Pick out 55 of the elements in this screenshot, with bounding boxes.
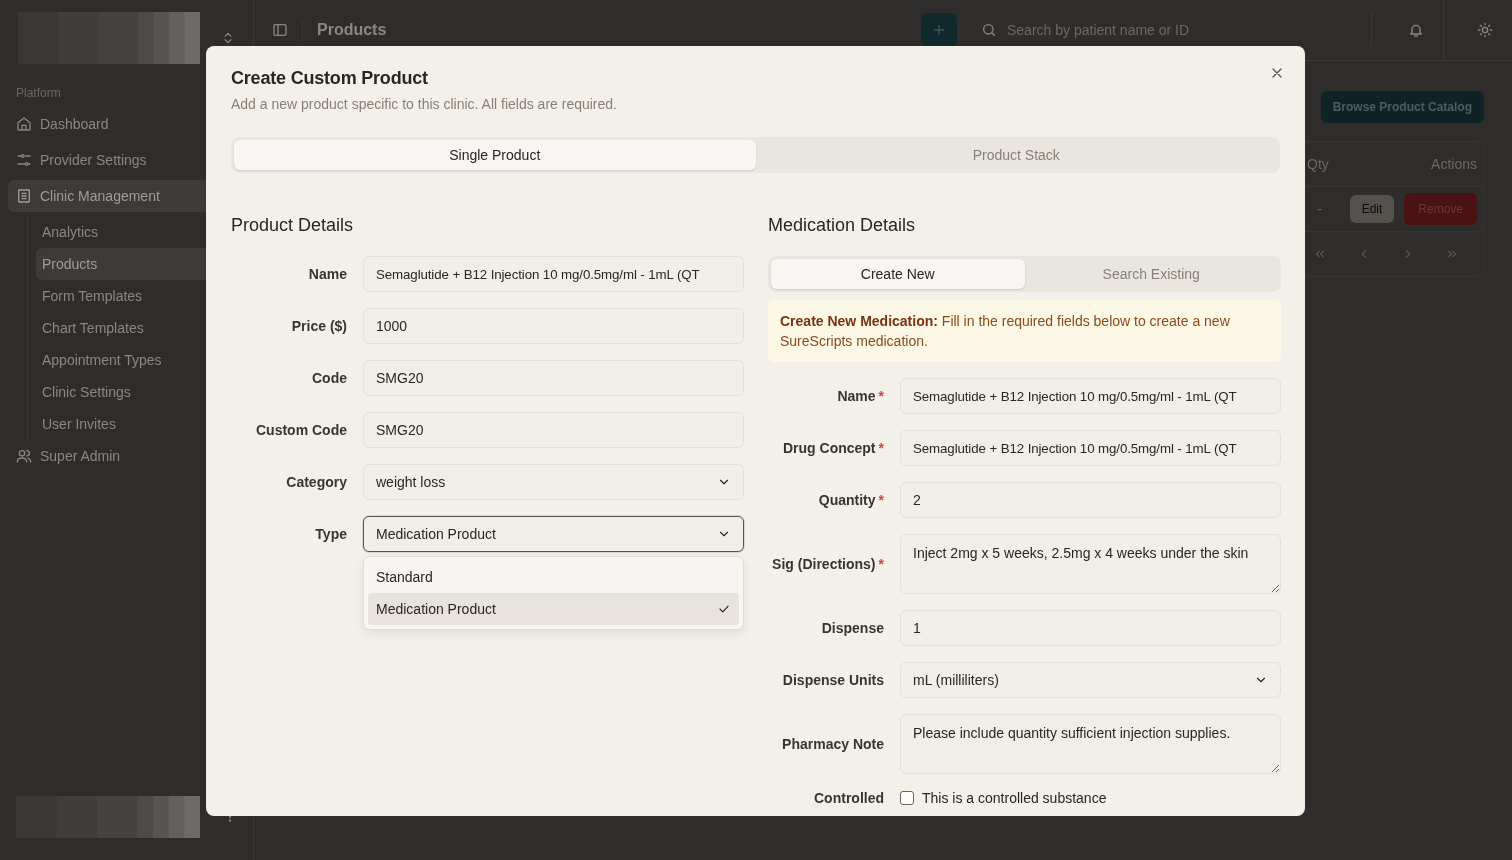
dialog-title: Create Custom Product [231,68,428,89]
field-label: Dispense [820,620,884,636]
field-label: Custom Code [255,422,347,438]
section-heading: Product Details [231,215,355,236]
text-area[interactable]: Please include quantity sufficient injection supplies. [900,714,1281,774]
field-label: Dispense Units [781,672,884,688]
info-notice: Create New Medication: Fill in the required fields below to create a new SureScripts medication. [768,300,1281,362]
sidebar-item[interactable]: Super Admin [8,440,245,472]
field-label: Code [311,370,347,386]
field-label: Price ($) [290,318,347,334]
dropdown-option[interactable]: Medication Product [368,593,739,625]
select-field[interactable]: mL (milliliters) [900,662,1281,698]
field-label: Name * [836,388,884,404]
column-header: Qty [1307,156,1330,172]
search-icon [981,22,997,38]
home-icon [16,116,32,132]
field-label: Name [307,266,347,282]
chevrons-right-icon [1445,247,1459,261]
text-field[interactable]: 1 [900,610,1281,646]
section-heading: Medication Details [768,215,917,236]
text-field[interactable]: Semaglutide + B12 Injection 10 mg/0.5mg/ml - 1mL (QT [900,430,1281,466]
checkbox[interactable] [900,791,914,805]
text-field[interactable]: Semaglutide + B12 Injection 10 mg/0.5mg/ml - 1mL (QT [900,378,1281,414]
search-field[interactable]: Search by patient name or ID [1005,21,1329,39]
text-field[interactable]: Semaglutide + B12 Injection 10 mg/0.5mg/ml - 1mL (QT [363,256,744,292]
checkbox-label: This is a controlled substance [922,790,1107,806]
add-button[interactable] [921,13,957,47]
select-field[interactable]: Medication Product [363,516,744,552]
text-field[interactable]: 2 [900,482,1281,518]
plus-icon [931,22,947,38]
chevrons-left-icon [1313,247,1327,261]
section-label: Platform [15,86,62,100]
text-field[interactable]: SMG20 [363,360,744,396]
field-label: Type [314,526,347,542]
page-title: Products [317,21,388,39]
select-field[interactable]: weight loss [363,464,744,500]
tab[interactable]: Create New [771,259,1025,289]
sun-icon [1477,22,1493,38]
sidebar-toggle-icon [272,22,288,38]
users-icon [16,448,32,464]
sliders-icon [16,152,32,168]
field-label: Quantity * [817,492,884,508]
text-field[interactable]: 1000 [363,308,744,344]
field-label: Sig (Directions) * [771,555,884,572]
field-label: Pharmacy Note [781,735,884,752]
text-field[interactable]: SMG20 [363,412,744,448]
tab[interactable]: Single Product [234,140,756,170]
table-cell-text: - [1316,201,1323,217]
field-label: Drug Concept * [782,440,884,456]
field-label: Controlled [813,790,884,806]
text-area[interactable]: Inject 2mg x 5 weeks, 2.5mg x 4 weeks under the skin [900,534,1281,594]
column-header: Actions [1430,156,1477,172]
dropdown-option[interactable]: Standard [368,561,739,593]
bell-icon [1408,22,1424,38]
field-label: Category [285,474,347,490]
